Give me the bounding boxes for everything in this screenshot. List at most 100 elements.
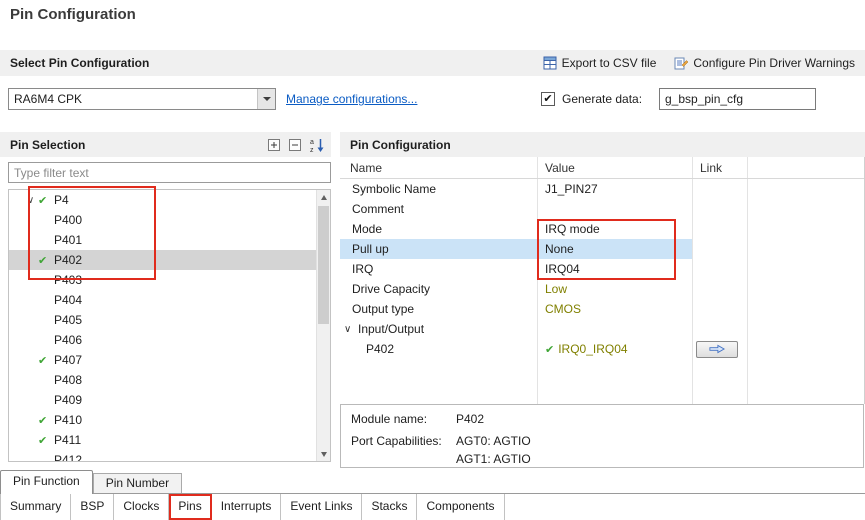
tree-item-p406[interactable]: P406 (9, 330, 316, 350)
property-row-output-type[interactable]: Output typeCMOS (340, 299, 864, 319)
export-csv-button[interactable]: Export to CSV file (543, 56, 657, 70)
pin-view-tabs: Pin FunctionPin Number (0, 470, 182, 494)
scroll-up-button[interactable] (317, 190, 330, 204)
pin-config-table-rows: Symbolic NameJ1_PIN27CommentModeIRQ mode… (340, 179, 864, 359)
tree-item-p403[interactable]: P403 (9, 270, 316, 290)
tree-item-p411[interactable]: ✔P411 (9, 430, 316, 450)
property-value[interactable] (537, 199, 692, 219)
tree-item-label: P407 (53, 353, 82, 367)
property-link-cell (692, 339, 747, 359)
right-arrow-icon (709, 344, 725, 354)
pin-config-table-header: Name Value Link (340, 157, 864, 179)
property-value[interactable]: IRQ mode (537, 219, 692, 239)
triangle-up-icon (321, 195, 327, 200)
select-section-title: Select Pin Configuration (10, 56, 149, 70)
tab-bsp[interactable]: BSP (71, 494, 114, 520)
pin-selection-tree-rows: ∨✔P4P400P401✔P402P403P404P405P406✔P407P4… (9, 190, 316, 462)
property-name: Comment (340, 199, 537, 219)
property-value[interactable] (537, 319, 692, 339)
property-row-irq[interactable]: IRQIRQ04 (340, 259, 864, 279)
tab-pin-number[interactable]: Pin Number (93, 473, 182, 493)
page-title: Pin Configuration (10, 6, 136, 23)
tree-item-p401[interactable]: P401 (9, 230, 316, 250)
tree-item-label: P408 (53, 373, 82, 387)
tree-item-label: P404 (53, 293, 82, 307)
tab-event-links[interactable]: Event Links (281, 494, 362, 520)
property-row-comment[interactable]: Comment (340, 199, 864, 219)
tree-item-p410[interactable]: ✔P410 (9, 410, 316, 430)
tree-item-p407[interactable]: ✔P407 (9, 350, 316, 370)
tree-item-p405[interactable]: P405 (9, 310, 316, 330)
tab-stacks[interactable]: Stacks (362, 494, 417, 520)
configuration-select-value: RA6M4 CPK (9, 92, 257, 106)
configure-pin-driver-warnings-button[interactable]: Configure Pin Driver Warnings (674, 56, 855, 70)
tab-components[interactable]: Components (417, 494, 504, 520)
port-capabilities-value: AGT0: AGTIO (456, 434, 531, 448)
manage-configurations-link[interactable]: Manage configurations... (286, 88, 417, 110)
tree-item-p400[interactable]: P400 (9, 210, 316, 230)
generate-data-checkbox[interactable]: ✔ (541, 92, 555, 106)
svg-text:a: a (310, 139, 314, 146)
property-name: P402 (340, 339, 537, 359)
expand-all-button[interactable] (267, 138, 281, 152)
export-csv-label: Export to CSV file (562, 56, 657, 70)
property-value[interactable]: ✔IRQ0_IRQ04 (537, 339, 692, 359)
combo-dropdown-button[interactable] (257, 89, 275, 109)
pin-configuration-title: Pin Configuration (350, 138, 451, 152)
collapse-all-button[interactable] (288, 138, 302, 152)
tab-pin-function[interactable]: Pin Function (0, 470, 93, 494)
tree-item-p412[interactable]: P412 (9, 450, 316, 462)
expand-all-icon (267, 138, 281, 152)
pin-selection-header: Pin Selection a z (0, 132, 331, 157)
property-value[interactable]: CMOS (537, 299, 692, 319)
pin-configuration-header: Pin Configuration (340, 132, 865, 157)
scroll-down-button[interactable] (317, 447, 330, 461)
property-value[interactable]: IRQ04 (537, 259, 692, 279)
tree-item-p409[interactable]: P409 (9, 390, 316, 410)
pin-used-check-icon: ✔ (38, 414, 53, 427)
tab-summary[interactable]: Summary (0, 494, 71, 520)
scrollbar-thumb[interactable] (318, 206, 329, 324)
property-link-cell (692, 259, 747, 279)
tree-item-p408[interactable]: P408 (9, 370, 316, 390)
sort-button[interactable]: a z (309, 137, 325, 153)
column-header-name: Name (340, 161, 537, 175)
tree-item-p402[interactable]: ✔P402 (9, 250, 316, 270)
port-capabilities-label: Port Capabilities: (351, 434, 442, 448)
property-row-input-output[interactable]: ∨Input/Output (340, 319, 864, 339)
tab-clocks[interactable]: Clocks (114, 494, 169, 520)
property-row-symbolic-name[interactable]: Symbolic NameJ1_PIN27 (340, 179, 864, 199)
property-name: IRQ (340, 259, 537, 279)
property-row-mode[interactable]: ModeIRQ mode (340, 219, 864, 239)
property-name: Output type (340, 299, 537, 319)
column-header-link: Link (692, 161, 747, 175)
property-link-cell (692, 179, 747, 199)
tree-scrollbar[interactable] (316, 190, 330, 461)
property-value[interactable]: None (537, 239, 692, 259)
tree-item-label: P403 (53, 273, 82, 287)
tab-pins[interactable]: Pins (169, 494, 211, 520)
tree-collapse-icon[interactable]: ∨ (23, 195, 38, 206)
pin-used-check-icon: ✔ (38, 254, 53, 267)
property-name: ∨Input/Output (340, 319, 537, 339)
navigate-to-module-button[interactable] (696, 341, 738, 358)
filter-input[interactable] (8, 162, 331, 183)
svg-text:z: z (310, 147, 314, 153)
property-row-pull-up[interactable]: Pull upNone (340, 239, 864, 259)
property-row-drive-capacity[interactable]: Drive CapacityLow (340, 279, 864, 299)
tab-interrupts[interactable]: Interrupts (212, 494, 282, 520)
property-link-cell (692, 199, 747, 219)
property-name: Pull up (340, 239, 537, 259)
tree-item-p404[interactable]: P404 (9, 290, 316, 310)
property-name: Mode (340, 219, 537, 239)
group-collapse-icon[interactable]: ∨ (344, 324, 358, 335)
tree-item-label: P402 (53, 253, 82, 267)
tree-item-p4[interactable]: ∨✔P4 (9, 190, 316, 210)
property-value[interactable]: Low (537, 279, 692, 299)
generate-data-label: Generate data: (562, 88, 642, 110)
configuration-select[interactable]: RA6M4 CPK (8, 88, 276, 110)
generate-data-input[interactable] (659, 88, 816, 110)
editor-bottom-tabs: SummaryBSPClocksPinsInterruptsEvent Link… (0, 493, 865, 520)
property-value[interactable]: J1_PIN27 (537, 179, 692, 199)
property-row-p402[interactable]: P402✔IRQ0_IRQ04 (340, 339, 864, 359)
